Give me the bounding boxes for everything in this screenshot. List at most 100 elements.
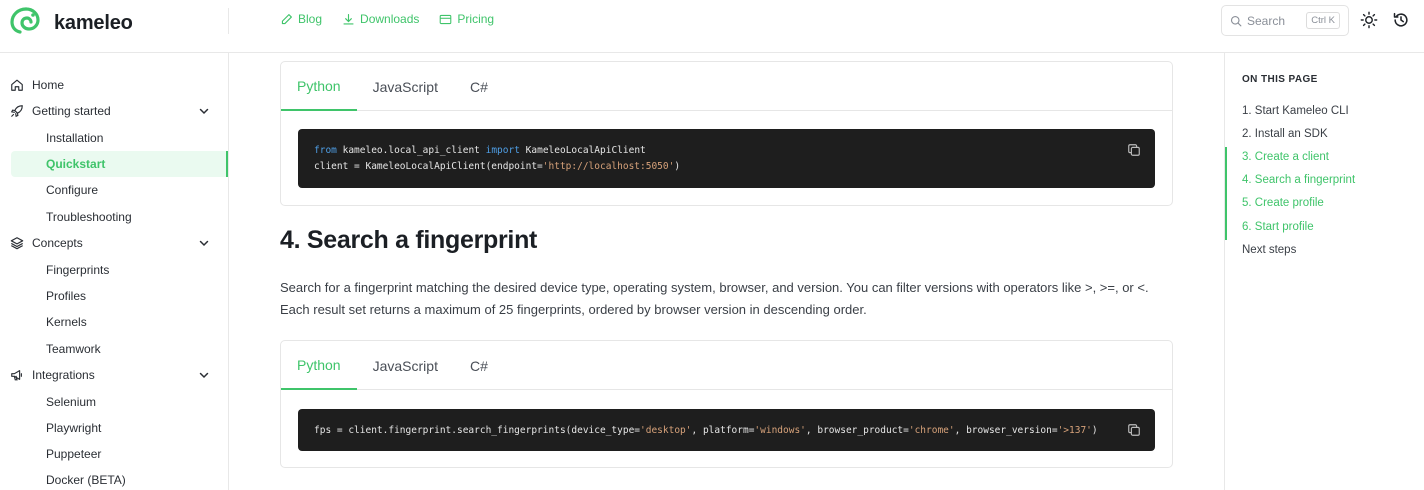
code-token: kameleo.local_api_client	[336, 145, 486, 156]
sidebar-item-label: Fingerprints	[46, 263, 110, 277]
sidebar-item-label: Home	[32, 78, 65, 92]
code-token: 'windows'	[754, 425, 806, 436]
sidebar-item-label: Teamwork	[46, 342, 101, 356]
search-placeholder: Search	[1247, 13, 1286, 28]
toc-active-indicator	[1225, 147, 1227, 240]
code-token: '>137'	[1057, 425, 1092, 436]
sidebar-item-selenium[interactable]: Selenium	[0, 389, 228, 415]
search-box[interactable]: Search Ctrl K	[1221, 5, 1349, 36]
sidebar-item-getting-started[interactable]: Getting started	[0, 98, 228, 124]
code-token: , browser_version=	[954, 425, 1058, 436]
sidebar-item-concepts[interactable]: Concepts	[0, 230, 228, 256]
code-token: , browser_product=	[805, 425, 909, 436]
top-nav: Blog Downloads Pricing	[280, 12, 494, 26]
sidebar-item-label: Profiles	[46, 289, 87, 303]
sidebar-item-integrations[interactable]: Integrations	[0, 362, 228, 388]
toc-item[interactable]: 5. Create profile	[1242, 197, 1324, 209]
code-token: 'chrome'	[908, 425, 955, 436]
tab-javascript[interactable]: JavaScript	[357, 341, 454, 390]
code-token: , platform=	[691, 425, 755, 436]
copy-icon[interactable]	[1127, 143, 1141, 157]
tab-python[interactable]: Python	[281, 62, 357, 111]
chevron-down-icon[interactable]	[198, 369, 210, 381]
tab-javascript[interactable]: JavaScript	[357, 62, 454, 111]
code-card-search: Python JavaScript C# fps = client.finger…	[280, 340, 1173, 468]
code-token: client = KameleoLocalApiClient(endpoint=	[314, 161, 543, 172]
code-tabs: Python JavaScript C#	[281, 62, 1172, 111]
download-icon	[343, 13, 354, 25]
code-block: fps = client.fingerprint.search_fingerpr…	[298, 409, 1155, 451]
sidebar-item-label: Integrations	[32, 368, 95, 382]
copy-icon[interactable]	[1127, 423, 1141, 437]
code-block: from kameleo.local_api_client import Kam…	[298, 129, 1155, 188]
sidebar-item-profiles[interactable]: Profiles	[0, 283, 228, 309]
code-card-client: Python JavaScript C# from kameleo.local_…	[280, 61, 1173, 206]
sidebar-item-label: Quickstart	[46, 157, 106, 171]
home-icon	[11, 79, 23, 91]
chevron-down-icon[interactable]	[198, 105, 210, 117]
code-token: import	[485, 145, 520, 156]
sidebar-item-label: Configure	[46, 183, 99, 197]
code-token: 'http://localhost:5050'	[542, 161, 675, 172]
sidebar-item-puppeteer[interactable]: Puppeteer	[0, 441, 228, 467]
toc-item[interactable]: 3. Create a client	[1242, 151, 1329, 163]
sidebar-item-kernels[interactable]: Kernels	[0, 309, 228, 335]
layers-icon	[10, 237, 24, 250]
sidebar-item-label: Kernels	[46, 315, 87, 329]
rocket-icon	[10, 105, 23, 118]
sidebar-item-label: Puppeteer	[46, 447, 102, 461]
pricing-label: Pricing	[457, 12, 495, 26]
code-token: fps = client.fingerprint.search_fingerpr…	[314, 425, 641, 436]
card-icon	[440, 14, 452, 24]
toc-item[interactable]: 1. Start Kameleo CLI	[1242, 105, 1349, 117]
sidebar-item-fingerprints[interactable]: Fingerprints	[0, 257, 228, 283]
history-icon	[1393, 12, 1408, 27]
tab-csharp[interactable]: C#	[454, 62, 504, 111]
downloads-link[interactable]: Downloads	[342, 12, 419, 26]
sidebar-item-docker[interactable]: Docker (BETA)	[0, 467, 228, 490]
toc-item[interactable]: 4. Search a fingerprint	[1242, 174, 1355, 186]
tab-python[interactable]: Python	[281, 341, 357, 390]
kameleo-logo-icon	[8, 6, 44, 41]
downloads-label: Downloads	[360, 12, 420, 26]
sidebar-item-label: Selenium	[46, 395, 97, 409]
pencil-icon	[281, 13, 292, 24]
section-heading: 4. Search a fingerprint	[280, 226, 538, 254]
sidebar: Home Getting started Installation Quicks…	[0, 53, 229, 490]
sidebar-item-label: Docker (BETA)	[46, 473, 126, 487]
code-token: )	[1091, 425, 1098, 436]
sidebar-item-installation[interactable]: Installation	[0, 125, 228, 151]
search-icon	[1230, 15, 1242, 26]
blog-label: Blog	[298, 12, 323, 26]
blog-link[interactable]: Blog	[280, 12, 322, 26]
search-shortcut: Ctrl K	[1306, 12, 1340, 29]
sidebar-item-label: Concepts	[32, 236, 83, 250]
sidebar-item-teamwork[interactable]: Teamwork	[0, 336, 228, 362]
brand-name: kameleo	[54, 12, 133, 34]
tab-csharp[interactable]: C#	[454, 341, 504, 390]
toc-item[interactable]: 2. Install an SDK	[1242, 128, 1328, 140]
toc-title: ON THIS PAGE	[1242, 74, 1318, 85]
code-token: )	[674, 161, 681, 172]
sidebar-item-label: Troubleshooting	[46, 210, 132, 224]
chevron-down-icon[interactable]	[198, 237, 210, 249]
sidebar-item-troubleshooting[interactable]: Troubleshooting	[0, 204, 228, 230]
sidebar-item-quickstart[interactable]: Quickstart	[11, 151, 228, 177]
theme-toggle-button[interactable]	[1359, 10, 1379, 30]
main-content: Python JavaScript C# from kameleo.local_…	[229, 53, 1224, 490]
section-paragraph: Search for a fingerprint matching the de…	[280, 280, 1149, 317]
sun-icon	[1360, 11, 1378, 29]
top-bar: kameleo Blog Downloads Pricing Search Ct…	[0, 0, 1424, 53]
sidebar-item-playwright[interactable]: Playwright	[0, 415, 228, 441]
sidebar-item-label: Getting started	[32, 104, 111, 118]
sidebar-item-home[interactable]: Home	[0, 72, 228, 98]
history-button[interactable]	[1391, 10, 1411, 30]
sidebar-item-label: Playwright	[46, 421, 102, 435]
toc-item[interactable]: Next steps	[1242, 244, 1296, 256]
sidebar-item-configure[interactable]: Configure	[0, 177, 228, 203]
toc-item[interactable]: 6. Start profile	[1242, 221, 1314, 233]
divider	[228, 8, 229, 34]
megaphone-icon	[11, 370, 22, 381]
pricing-link[interactable]: Pricing	[439, 12, 494, 26]
brand[interactable]: kameleo	[8, 6, 133, 41]
